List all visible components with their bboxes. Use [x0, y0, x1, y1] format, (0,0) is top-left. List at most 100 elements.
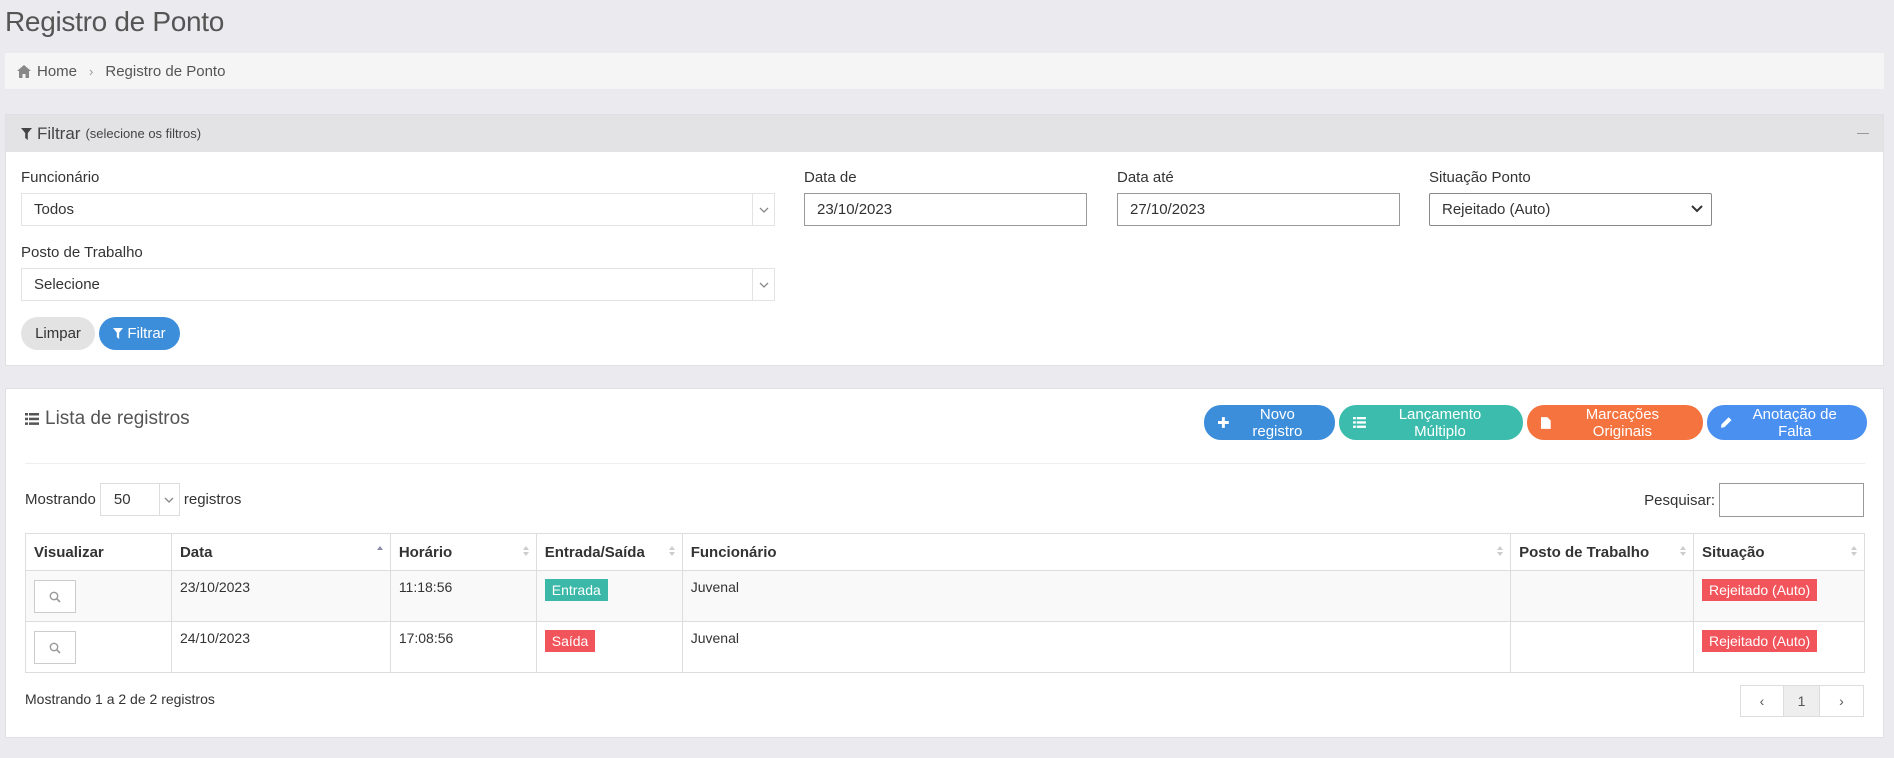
search-icon: [49, 591, 61, 603]
page-length-control: Mostrando 50 registros: [25, 483, 241, 516]
column-header-entrada-saida[interactable]: Entrada/Saída: [535, 533, 683, 571]
cell-horario: 17:08:56: [389, 621, 537, 673]
table-header-row: Visualizar Data Horário Entrada/Saída Fu…: [25, 533, 1865, 571]
page-title: Registro de Ponto: [5, 6, 225, 37]
search-label: Pesquisar:: [1644, 491, 1715, 509]
pagination: ‹ 1 ›: [1740, 685, 1864, 717]
breadcrumb-separator: ›: [89, 63, 94, 79]
clear-button[interactable]: Limpar: [21, 317, 95, 350]
list-panel: Lista de registros Novo registro Lançame…: [5, 388, 1884, 738]
situacao-label: Situação Ponto: [1429, 169, 1531, 186]
view-button[interactable]: [34, 580, 76, 613]
divider: [25, 463, 1865, 464]
table-row: 24/10/2023 17:08:56 Saída Juvenal Rejeit…: [25, 621, 1865, 673]
multiple-entry-button[interactable]: Lançamento Múltiplo: [1339, 405, 1523, 440]
sort-icon: [1680, 546, 1687, 556]
page-length-prefix: Mostrando: [25, 491, 96, 508]
view-button[interactable]: [34, 631, 76, 664]
breadcrumb: Home › Registro de Ponto: [5, 53, 1884, 89]
data-ate-input[interactable]: 27/10/2023: [1117, 193, 1400, 226]
chevron-down-icon: [1691, 205, 1703, 213]
filter-button-label: Filtrar: [127, 325, 166, 342]
sort-icon: [1851, 546, 1857, 556]
list-icon: [1353, 417, 1366, 428]
filter-panel-title: Filtrar: [37, 123, 81, 143]
posto-select-value: Selecione: [34, 276, 100, 293]
sort-icon: [522, 546, 529, 556]
saida-badge: Saída: [544, 630, 596, 652]
breadcrumb-current: Registro de Ponto: [105, 62, 226, 80]
cell-posto: [1510, 621, 1695, 673]
multiple-entry-button-label: Lançamento Múltiplo: [1398, 405, 1482, 440]
filter-button[interactable]: Filtrar: [99, 317, 180, 350]
column-header-visualizar: Visualizar: [25, 533, 172, 571]
chevron-down-icon: [158, 484, 179, 515]
data-de-label: Data de: [804, 169, 857, 186]
cell-entrada-saida: Entrada: [535, 570, 683, 622]
situacao-select[interactable]: Rejeitado (Auto): [1429, 193, 1712, 226]
status-badge: Rejeitado (Auto): [1702, 579, 1818, 601]
cell-entrada-saida: Saída: [535, 621, 683, 673]
page-length-select[interactable]: 50: [99, 483, 180, 516]
records-table: Visualizar Data Horário Entrada/Saída Fu…: [25, 533, 1865, 673]
situacao-select-value: Rejeitado (Auto): [1442, 201, 1551, 218]
pencil-icon: [1721, 417, 1732, 428]
posto-label: Posto de Trabalho: [21, 244, 143, 261]
cell-situacao: Rejeitado (Auto): [1693, 570, 1865, 622]
cell-data: 24/10/2023: [170, 621, 391, 673]
cell-posto: [1510, 570, 1695, 622]
plus-icon: [1218, 417, 1229, 428]
funcionario-select-value: Todos: [34, 201, 75, 218]
pagination-next-button[interactable]: ›: [1820, 686, 1863, 716]
table-info: Mostrando 1 a 2 de 2 registros: [25, 691, 215, 707]
absence-note-button-label: Anotação de Falta: [1752, 405, 1837, 440]
column-header-horario[interactable]: Horário: [389, 533, 537, 571]
funcionario-label: Funcionário: [21, 169, 100, 186]
collapse-icon[interactable]: [1857, 133, 1869, 134]
filter-icon: [21, 127, 32, 140]
data-de-input[interactable]: 23/10/2023: [804, 193, 1087, 226]
filter-icon: [113, 328, 124, 339]
new-record-button[interactable]: Novo registro: [1204, 405, 1335, 440]
pagination-page-1[interactable]: 1: [1784, 686, 1820, 716]
cell-horario: 11:18:56: [389, 570, 537, 622]
list-title: Lista de registros: [25, 408, 190, 430]
column-header-situacao[interactable]: Situação: [1693, 533, 1865, 571]
sort-icon: [1497, 546, 1504, 556]
chevron-down-icon: [752, 194, 774, 225]
filter-panel: Filtrar (selecione os filtros) Funcionár…: [5, 114, 1884, 366]
home-icon: [17, 64, 31, 78]
column-header-posto[interactable]: Posto de Trabalho: [1510, 533, 1695, 571]
data-ate-label: Data até: [1117, 169, 1174, 186]
funcionario-select[interactable]: Todos: [21, 193, 775, 226]
table-row: 23/10/2023 11:18:56 Entrada Juvenal Reje…: [25, 570, 1865, 622]
original-marks-button-label: Marcações Originais: [1585, 405, 1660, 440]
cell-data: 23/10/2023: [170, 570, 391, 622]
breadcrumb-home-link[interactable]: Home: [37, 63, 77, 80]
sort-asc-icon: [376, 546, 383, 550]
pagination-prev-button[interactable]: ‹: [1741, 686, 1784, 716]
status-badge: Rejeitado (Auto): [1702, 630, 1818, 652]
cell-funcionario: Juvenal: [681, 570, 1512, 622]
entrada-badge: Entrada: [544, 579, 608, 601]
absence-note-button[interactable]: Anotação de Falta: [1707, 405, 1867, 440]
cell-situacao: Rejeitado (Auto): [1693, 621, 1865, 673]
filter-panel-header: Filtrar (selecione os filtros): [6, 115, 1883, 152]
list-icon: [25, 413, 39, 425]
list-title-text: Lista de registros: [45, 408, 190, 429]
search-control: Pesquisar:: [1644, 483, 1864, 517]
cell-visualizar: [25, 570, 172, 622]
column-header-data[interactable]: Data: [170, 533, 391, 571]
cell-funcionario: Juvenal: [681, 621, 1512, 673]
filter-panel-subtitle: (selecione os filtros): [85, 126, 202, 141]
file-icon: [1541, 416, 1551, 429]
new-record-button-label: Novo registro: [1252, 405, 1303, 440]
column-header-funcionario[interactable]: Funcionário: [681, 533, 1512, 571]
search-input[interactable]: [1719, 483, 1864, 517]
page-length-value: 50: [113, 491, 131, 508]
page-length-suffix: registros: [183, 491, 242, 508]
sort-icon: [668, 546, 675, 556]
posto-select[interactable]: Selecione: [21, 268, 775, 301]
cell-visualizar: [25, 621, 172, 673]
original-marks-button[interactable]: Marcações Originais: [1527, 405, 1703, 440]
